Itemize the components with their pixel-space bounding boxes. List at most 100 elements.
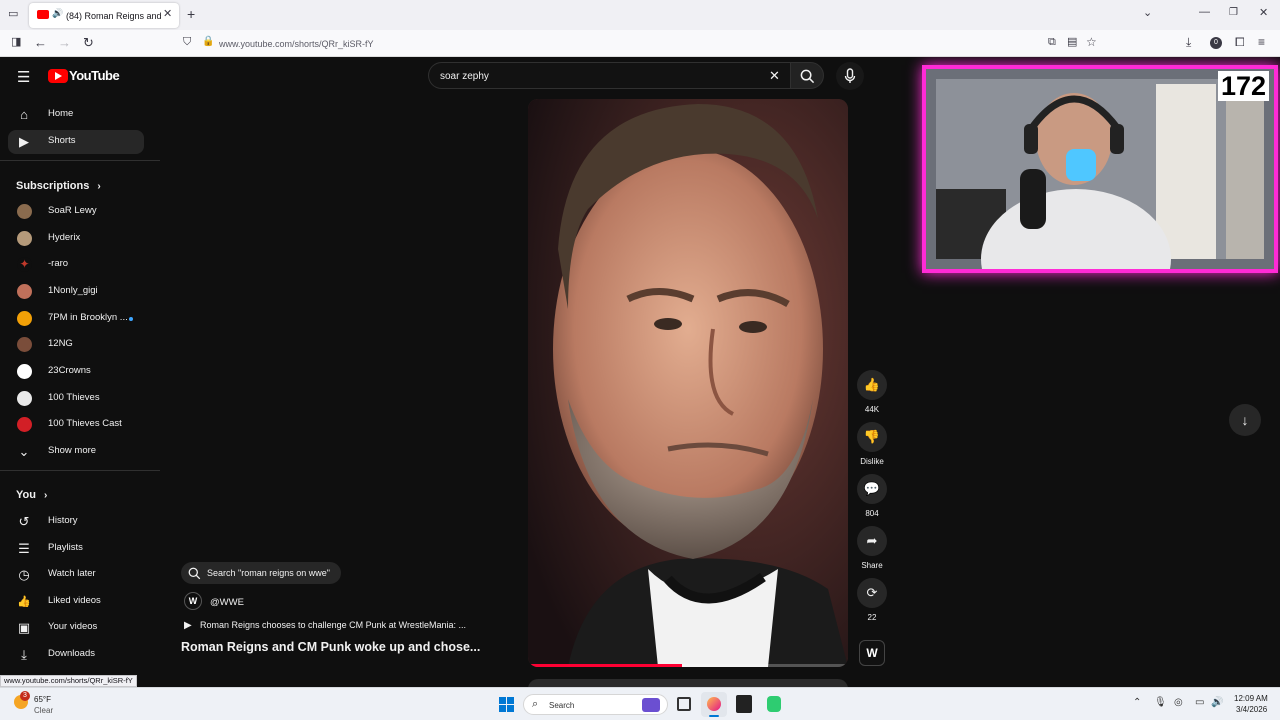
- sidebar-divider: [0, 160, 160, 161]
- weather-description: Clear: [34, 706, 54, 715]
- chevron-right-icon: ›: [43, 490, 48, 501]
- url-bar[interactable]: ⛉ 🔒 www.youtube.com/shorts/QRr_kiSR-fY ⧉…: [176, 32, 1106, 55]
- search-button[interactable]: [790, 62, 824, 89]
- you-heading[interactable]: You ›: [16, 489, 47, 501]
- subscription-item[interactable]: 23Crowns: [8, 360, 144, 384]
- obs-app-icon[interactable]: [736, 695, 752, 713]
- shield-icon[interactable]: ⛉: [183, 37, 191, 48]
- chevron-down-icon: ⌄: [18, 444, 30, 459]
- browser-tab-active[interactable]: 🔊 (84) Roman Reigns and CM ✕: [29, 3, 179, 28]
- tab-overview-icon[interactable]: ▭: [8, 9, 18, 20]
- subscription-item[interactable]: 7PM in Brooklyn ...: [8, 307, 144, 331]
- sidebar-item-downloads[interactable]: ⤓ Downloads: [8, 643, 144, 667]
- streamer-webcam-overlay: 172: [922, 65, 1278, 273]
- window-close-icon[interactable]: ✕: [1259, 8, 1268, 19]
- lock-icon[interactable]: 🔒: [202, 37, 214, 47]
- search-box[interactable]: soar zephy ✕: [428, 62, 790, 89]
- green-app-icon[interactable]: [767, 696, 781, 712]
- taskbar-search-box[interactable]: ⌕ Search: [523, 694, 668, 715]
- subscription-item[interactable]: 1Nonly_gigi: [8, 280, 144, 304]
- hamburger-menu-icon[interactable]: ☰: [17, 68, 30, 86]
- sidebar-item-playlists[interactable]: ☰ Playlists: [8, 537, 144, 561]
- short-video-player[interactable]: [528, 99, 848, 667]
- video-frame: [528, 99, 848, 667]
- extensions-icon[interactable]: ⧠: [1235, 36, 1245, 48]
- remix-button[interactable]: ⟳: [857, 578, 887, 608]
- youtube-play-logo-icon: [48, 69, 68, 83]
- subscription-item[interactable]: Hyderix: [8, 227, 144, 251]
- chevron-up-icon[interactable]: ⌃: [1133, 697, 1141, 708]
- sidebar-item-shorts[interactable]: ▶ Shorts: [8, 130, 144, 154]
- avatar: [17, 337, 32, 352]
- weather-temperature[interactable]: 65°F: [34, 695, 51, 704]
- subscription-item[interactable]: 12NG: [8, 333, 144, 357]
- speaker-icon[interactable]: 🔊: [52, 9, 63, 18]
- account-icon[interactable]: 0: [1210, 37, 1222, 49]
- video-progress-track[interactable]: [528, 664, 848, 667]
- channel-handle[interactable]: @WWE: [210, 597, 244, 608]
- comments-button[interactable]: 💬: [857, 474, 887, 504]
- share-button[interactable]: ➦: [857, 526, 887, 556]
- clock-date[interactable]: 3/4/2026: [1236, 705, 1267, 714]
- forward-icon[interactable]: →: [58, 36, 71, 49]
- status-bar-url: www.youtube.com/shorts/QRr_kiSR-fY: [0, 675, 137, 687]
- subscription-item[interactable]: 100 Thieves Cast: [8, 413, 144, 437]
- menu-icon[interactable]: ≡: [1258, 36, 1265, 48]
- task-view-icon[interactable]: [677, 697, 691, 711]
- weather-badge: 3: [20, 691, 30, 701]
- reader-view-icon[interactable]: ▤: [1067, 37, 1077, 48]
- firefox-icon: [707, 697, 721, 711]
- remix-icon: ⟳: [866, 585, 878, 600]
- sidebar-item-history[interactable]: ↺ History: [8, 510, 144, 534]
- avatar: [17, 231, 32, 246]
- bookmark-star-icon[interactable]: ☆: [1086, 36, 1097, 48]
- short-title[interactable]: Roman Reigns and CM Punk woke up and cho…: [181, 640, 480, 654]
- subscription-item[interactable]: SoaR Lewy: [8, 200, 144, 224]
- picture-in-picture-icon[interactable]: ⧉: [1048, 37, 1056, 48]
- subscription-item[interactable]: ✦ -raro: [8, 253, 144, 277]
- back-icon[interactable]: ←: [34, 36, 47, 49]
- browser-tab-bar: ▭ 🔊 (84) Roman Reigns and CM ✕ + ⌄ — ❐ ✕: [0, 0, 1280, 30]
- downloads-icon[interactable]: ⤓: [1186, 36, 1191, 48]
- display-icon[interactable]: ▭: [1195, 697, 1204, 708]
- clock-time[interactable]: 12:09 AM: [1234, 694, 1268, 703]
- avatar: [17, 364, 32, 379]
- subscriptions-heading[interactable]: Subscriptions ›: [16, 180, 101, 192]
- next-short-button[interactable]: ↓: [1229, 404, 1261, 436]
- windows-start-icon[interactable]: [499, 697, 514, 712]
- sidebar-item-your-videos[interactable]: ▣ Your videos: [8, 616, 144, 640]
- home-icon: ⌂: [20, 107, 28, 122]
- dislike-button[interactable]: 👎: [857, 422, 887, 452]
- voice-search-button[interactable]: [836, 62, 864, 90]
- url-text[interactable]: www.youtube.com/shorts/QRr_kiSR-fY: [219, 39, 374, 49]
- microphone-icon[interactable]: 🎙: [1154, 697, 1167, 708]
- sidebar-item-liked-videos[interactable]: 👍 Liked videos: [8, 590, 144, 614]
- youtube-logo-text: YouTube: [69, 68, 120, 83]
- restore-icon[interactable]: ❐: [1229, 8, 1238, 18]
- search-icon: [800, 69, 815, 84]
- related-search-chip[interactable]: Search "roman reigns on wwe": [181, 562, 341, 584]
- reload-icon[interactable]: ↻: [83, 36, 94, 49]
- show-more-button[interactable]: ⌄ Show more: [8, 440, 144, 464]
- volume-icon[interactable]: 🔊: [1211, 697, 1223, 708]
- sidebar-item-home[interactable]: ⌂ Home: [8, 103, 144, 127]
- new-tab-button[interactable]: +: [187, 7, 195, 21]
- sidebar-toggle-icon[interactable]: ◨: [11, 37, 21, 48]
- next-short-preview[interactable]: [528, 679, 848, 687]
- related-video-link[interactable]: Roman Reigns chooses to challenge CM Pun…: [200, 620, 466, 630]
- location-icon[interactable]: ◎: [1174, 697, 1183, 708]
- tab-list-chevron-icon[interactable]: ⌄: [1143, 8, 1152, 19]
- like-button[interactable]: 👍: [857, 370, 887, 400]
- sidebar-item-watch-later[interactable]: ◷ Watch later: [8, 563, 144, 587]
- search-input[interactable]: soar zephy: [440, 71, 489, 82]
- taskbar-search-placeholder: Search: [549, 701, 575, 710]
- youtube-favicon-icon: [37, 10, 49, 19]
- clear-search-icon[interactable]: ✕: [769, 68, 780, 84]
- minimize-icon[interactable]: —: [1199, 7, 1210, 18]
- sound-channel-thumbnail[interactable]: W: [859, 640, 885, 666]
- tab-close-icon[interactable]: ✕: [163, 9, 172, 20]
- subscription-item[interactable]: 100 Thieves: [8, 387, 144, 411]
- taskbar-firefox-button[interactable]: [701, 692, 727, 717]
- channel-avatar[interactable]: W: [184, 592, 202, 610]
- sidebar-item-label: Shorts: [48, 135, 76, 146]
